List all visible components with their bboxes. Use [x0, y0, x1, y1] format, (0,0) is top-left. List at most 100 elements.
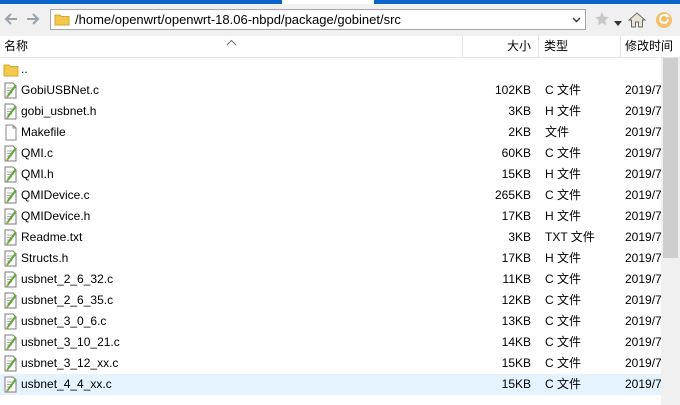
file-type: 文件: [545, 125, 570, 139]
column-divider[interactable]: [620, 36, 621, 57]
file-name: usbnet_4_4_xx.c: [21, 377, 112, 391]
file-name: ..: [21, 62, 28, 76]
column-divider[interactable]: [538, 36, 539, 57]
source-file-icon: [3, 334, 19, 351]
file-size: 15KB: [501, 377, 531, 391]
back-arrow-icon[interactable]: [2, 10, 20, 28]
file-size: 15KB: [501, 167, 531, 181]
file-name: QMIDevice.c: [21, 188, 90, 202]
source-file-icon: [3, 166, 19, 183]
source-file-icon: [3, 82, 19, 99]
file-size: 102KB: [494, 83, 531, 97]
file-row[interactable]: QMIDevice.h 17KB H 文件 2019/7/4: [0, 206, 680, 227]
file-row[interactable]: usbnet_3_12_xx.c 15KB C 文件 2019/7/4: [0, 353, 680, 374]
file-row[interactable]: usbnet_2_6_35.c 12KB C 文件 2019/7/4: [0, 290, 680, 311]
folder-icon: [3, 61, 19, 78]
refresh-icon[interactable]: [655, 11, 673, 32]
source-file-icon: [3, 250, 19, 267]
file-row[interactable]: QMI.c 60KB C 文件 2019/7/4: [0, 143, 680, 164]
source-file-icon: [3, 187, 19, 204]
source-file-icon: [3, 292, 19, 309]
file-size: 17KB: [501, 251, 531, 265]
file-row[interactable]: QMIDevice.c 265KB C 文件 2019/7/4: [0, 185, 680, 206]
file-type: TXT 文件: [545, 230, 595, 244]
file-list-header: 名称 大小 类型 修改时间: [0, 36, 680, 58]
file-icon: [3, 124, 19, 141]
column-header-modified[interactable]: 修改时间: [625, 36, 673, 57]
source-file-icon: [3, 355, 19, 372]
file-size: 15KB: [501, 356, 531, 370]
file-row[interactable]: GobiUSBNet.c 102KB C 文件 2019/7/4: [0, 80, 680, 101]
file-type: C 文件: [545, 293, 582, 307]
file-type: C 文件: [545, 83, 582, 97]
file-size: 3KB: [508, 104, 531, 118]
file-name: usbnet_2_6_35.c: [21, 293, 114, 307]
file-type: H 文件: [545, 104, 582, 118]
file-type: C 文件: [545, 356, 582, 370]
file-type: C 文件: [545, 335, 582, 349]
file-name: Structs.h: [21, 251, 69, 265]
address-bar[interactable]: /home/openwrt/openwrt-18.06-nbpd/package…: [50, 9, 586, 30]
file-type: C 文件: [545, 314, 582, 328]
column-header-size[interactable]: 大小: [463, 36, 531, 57]
file-name: QMI.h: [21, 167, 54, 181]
file-size: 13KB: [501, 314, 531, 328]
bookmark-dropdown-icon[interactable]: [614, 16, 622, 30]
source-file-icon: [3, 103, 19, 120]
column-header-name[interactable]: 名称: [4, 36, 28, 57]
file-row[interactable]: Makefile 2KB 文件 2019/7/4: [0, 122, 680, 143]
file-type: H 文件: [545, 167, 582, 181]
forward-arrow-icon[interactable]: [24, 10, 42, 28]
file-row[interactable]: Readme.txt 3KB TXT 文件 2019/7/4: [0, 227, 680, 248]
file-name: usbnet_3_0_6.c: [21, 314, 107, 328]
folder-icon: [54, 12, 70, 27]
source-file-icon: [3, 271, 19, 288]
file-row[interactable]: usbnet_2_6_32.c 11KB C 文件 2019/7/4: [0, 269, 680, 290]
file-name: QMI.c: [21, 146, 53, 160]
file-row[interactable]: ..: [0, 59, 680, 80]
vertical-scrollbar[interactable]: [661, 58, 680, 405]
file-type: C 文件: [545, 146, 582, 160]
file-name: Readme.txt: [21, 230, 83, 244]
file-type: C 文件: [545, 377, 582, 391]
file-type: H 文件: [545, 209, 582, 223]
source-file-icon: [3, 229, 19, 246]
file-size: 3KB: [508, 230, 531, 244]
file-name: usbnet_3_10_21.c: [21, 335, 120, 349]
file-name: usbnet_3_12_xx.c: [21, 356, 119, 370]
file-name: Makefile: [21, 125, 66, 139]
file-row[interactable]: usbnet_4_4_xx.c 15KB C 文件 2019/7/4: [0, 374, 680, 395]
sort-ascending-icon: [226, 35, 237, 46]
scrollbar-thumb[interactable]: [663, 58, 678, 258]
file-type: H 文件: [545, 251, 582, 265]
file-row[interactable]: QMI.h 15KB H 文件 2019/7/4: [0, 164, 680, 185]
file-size: 60KB: [501, 146, 531, 160]
file-type: C 文件: [545, 188, 582, 202]
file-row[interactable]: usbnet_3_0_6.c 13KB C 文件 2019/7/4: [0, 311, 680, 332]
source-file-icon: [3, 313, 19, 330]
file-size: 17KB: [501, 209, 531, 223]
source-file-icon: [3, 145, 19, 162]
column-header-type[interactable]: 类型: [544, 36, 568, 57]
source-file-icon: [3, 208, 19, 225]
chevron-down-icon[interactable]: [568, 10, 585, 29]
file-row[interactable]: Structs.h 17KB H 文件 2019/7/4: [0, 248, 680, 269]
file-size: 2KB: [508, 125, 531, 139]
file-size: 11KB: [502, 272, 531, 286]
file-size: [463, 59, 531, 80]
home-icon[interactable]: [627, 11, 647, 31]
file-name: GobiUSBNet.c: [21, 83, 100, 97]
file-name: gobi_usbnet.h: [21, 104, 97, 118]
star-icon[interactable]: [594, 11, 610, 30]
file-size: 265KB: [494, 188, 531, 202]
address-path[interactable]: /home/openwrt/openwrt-18.06-nbpd/package…: [75, 12, 401, 27]
file-size: 12KB: [501, 293, 531, 307]
toolbar: /home/openwrt/openwrt-18.06-nbpd/package…: [0, 4, 680, 36]
file-row[interactable]: gobi_usbnet.h 3KB H 文件 2019/7/4: [0, 101, 680, 122]
file-name: usbnet_2_6_32.c: [21, 272, 114, 286]
file-name: QMIDevice.h: [21, 209, 91, 223]
source-file-icon: [3, 376, 19, 393]
file-size: 14KB: [501, 335, 531, 349]
file-type: C 文件: [545, 272, 582, 286]
file-row[interactable]: usbnet_3_10_21.c 14KB C 文件 2019/7/4: [0, 332, 680, 353]
